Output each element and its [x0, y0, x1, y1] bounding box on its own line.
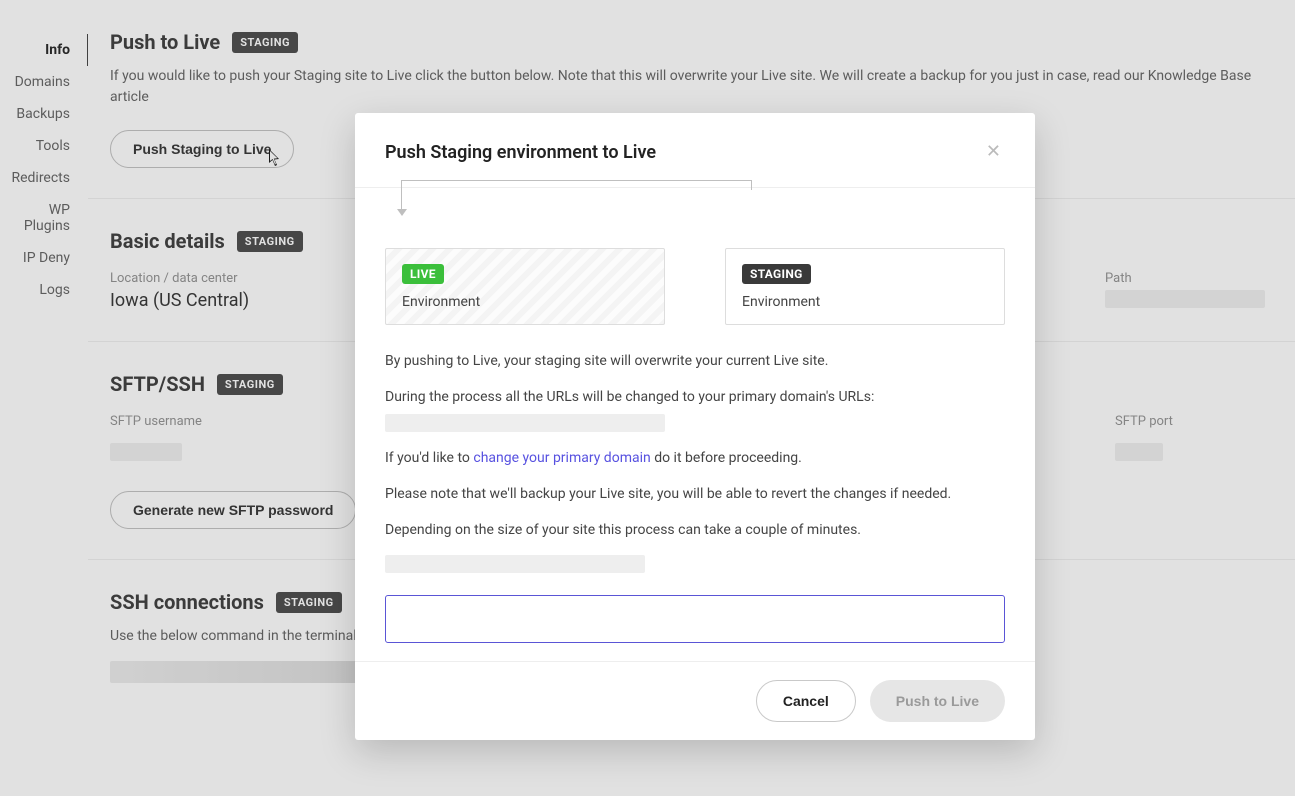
modal-header: Push Staging environment to Live ✕ — [355, 113, 1035, 188]
confirmation-hint-redacted — [385, 555, 645, 573]
modal-footer: Cancel Push to Live — [355, 661, 1035, 740]
modal-text-urls: During the process all the URLs will be … — [385, 387, 1005, 409]
modal-text-backup: Please note that we'll backup your Live … — [385, 484, 1005, 506]
flow-arrow-icon — [401, 180, 752, 214]
push-to-live-modal: Push Staging environment to Live ✕ LIVE … — [355, 113, 1035, 740]
modal-text-fragment: If you'd like to — [385, 450, 473, 466]
modal-text-duration: Depending on the size of your site this … — [385, 520, 1005, 542]
push-to-live-button[interactable]: Push to Live — [870, 680, 1005, 722]
staging-tag: STAGING — [742, 264, 811, 284]
primary-domain-redacted — [385, 414, 665, 432]
cancel-button[interactable]: Cancel — [756, 680, 856, 722]
change-primary-domain-link[interactable]: change your primary domain — [473, 450, 650, 466]
modal-text-fragment: do it before proceeding. — [651, 450, 802, 466]
confirmation-input[interactable] — [385, 595, 1005, 643]
live-env-label: Environment — [402, 294, 648, 310]
environment-row: LIVE Environment STAGING Environment — [385, 248, 1005, 325]
staging-environment-card: STAGING Environment — [725, 248, 1005, 325]
staging-env-label: Environment — [742, 294, 988, 310]
modal-title: Push Staging environment to Live — [385, 142, 982, 163]
modal-text-overwrite: By pushing to Live, your staging site wi… — [385, 351, 1005, 373]
modal-text-change-domain: If you'd like to change your primary dom… — [385, 448, 1005, 470]
close-icon[interactable]: ✕ — [982, 139, 1005, 165]
modal-body: LIVE Environment STAGING Environment By … — [355, 188, 1035, 661]
live-tag: LIVE — [402, 264, 444, 284]
live-environment-card: LIVE Environment — [385, 248, 665, 325]
